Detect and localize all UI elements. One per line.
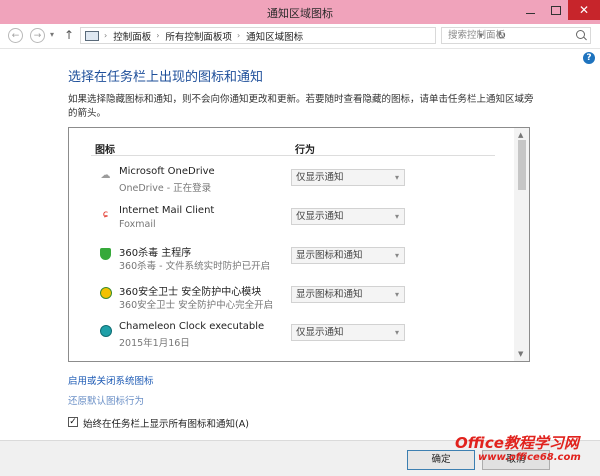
scroll-up-icon[interactable]: ▲ xyxy=(518,131,523,139)
column-header-behavior: 行为 xyxy=(295,145,315,156)
toggle-system-icons-link[interactable]: 启用或关闭系统图标 xyxy=(68,373,154,387)
always-show-icons-label[interactable]: 始终在任务栏上显示所有图标和通知(A) xyxy=(83,416,249,430)
behavior-value: 显示图标和通知 xyxy=(296,250,363,261)
close-icon: ✕ xyxy=(578,3,590,17)
page-title: 选择在任务栏上出现的图标和通知 xyxy=(68,70,264,85)
arrow-left-icon: ← xyxy=(11,30,20,41)
item-subtitle: 360杀毒 - 文件系统实时防护已开启 xyxy=(119,261,271,272)
column-header-icon: 图标 xyxy=(95,145,115,156)
minimize-icon xyxy=(526,12,535,14)
behavior-select[interactable]: 仅显示通知 ▾ xyxy=(291,169,405,186)
breadcrumb-item-control-panel[interactable]: 控制面板 xyxy=(113,29,151,43)
breadcrumb-separator-icon: › xyxy=(236,31,241,40)
breadcrumb-separator-icon: › xyxy=(104,31,108,40)
watermark-url: www.office68.com xyxy=(478,452,581,463)
chevron-down-icon: ▾ xyxy=(394,328,399,337)
title-bar: 通知区域图标 ✕ xyxy=(0,0,600,24)
maximize-icon xyxy=(550,5,561,15)
item-name: Internet Mail Client xyxy=(119,205,215,216)
breadcrumb-item-all-items[interactable]: 所有控制面板项 xyxy=(165,29,232,43)
chevron-down-icon: ▾ xyxy=(394,290,399,299)
chevron-down-icon: ▾ xyxy=(394,173,399,182)
behavior-select[interactable]: 仅显示通知 ▾ xyxy=(291,324,405,341)
checkmark-icon: ✓ xyxy=(69,417,77,427)
shield-icon xyxy=(99,247,112,260)
chevron-down-icon: ▾ xyxy=(394,212,399,221)
scroll-thumb[interactable] xyxy=(518,140,526,190)
item-subtitle: 360安全卫士 安全防护中心完全开启 xyxy=(119,300,274,311)
list-item: 360杀毒 主程序 360杀毒 - 文件系统实时防护已开启 显示图标和通知 ▾ xyxy=(69,244,509,280)
forward-button[interactable]: → xyxy=(30,28,45,43)
back-button[interactable]: ← xyxy=(8,28,23,43)
close-button[interactable]: ✕ xyxy=(568,0,600,20)
breadcrumb-separator-icon: › xyxy=(156,31,160,40)
page-description: 如果选择隐藏图标和通知，则不会向你通知更改和更新。若要随时查看隐藏的图标，请单击… xyxy=(68,94,534,119)
list-item: Chameleon Clock executable 2015年1月16日 仅显… xyxy=(69,321,509,357)
behavior-select[interactable]: 显示图标和通知 ▾ xyxy=(291,247,405,264)
up-arrow-icon[interactable]: ↑ xyxy=(64,28,74,42)
computer-icon xyxy=(85,30,99,41)
maximize-button[interactable] xyxy=(543,0,568,20)
window: 通知区域图标 ✕ ← → ▾ ↑ › 控制面板 › 所有控制面板项 › 通知区域… xyxy=(0,0,600,476)
minimize-button[interactable] xyxy=(518,0,543,20)
behavior-value: 仅显示通知 xyxy=(296,327,344,338)
arrow-right-icon: → xyxy=(33,30,42,41)
search-icon xyxy=(576,30,585,39)
list-item: 360安全卫士 安全防护中心模块 360安全卫士 安全防护中心完全开启 显示图标… xyxy=(69,283,509,319)
behavior-value: 仅显示通知 xyxy=(296,211,344,222)
item-name: Chameleon Clock executable xyxy=(119,321,265,332)
clock-icon xyxy=(99,324,112,337)
scroll-down-icon[interactable]: ▼ xyxy=(518,350,523,358)
breadcrumb-item-notification-icons[interactable]: 通知区域图标 xyxy=(246,29,303,43)
behavior-select[interactable]: 仅显示通知 ▾ xyxy=(291,208,405,225)
vertical-scrollbar[interactable]: ▲ ▼ xyxy=(514,128,529,361)
chevron-down-icon: ▾ xyxy=(394,251,399,260)
search-placeholder: 搜索控制面板 xyxy=(448,30,506,41)
behavior-select[interactable]: 显示图标和通知 ▾ xyxy=(291,286,405,303)
icon-list-panel: 图标 行为 ☁ Microsoft OneDrive OneDrive - 正在… xyxy=(68,127,530,362)
restore-default-behavior-link[interactable]: 还原默认图标行为 xyxy=(68,393,144,407)
behavior-value: 仅显示通知 xyxy=(296,172,344,183)
address-bar[interactable]: › 控制面板 › 所有控制面板项 › 通知区域图标 ▾ ↻ xyxy=(80,27,506,44)
behavior-value: 显示图标和通知 xyxy=(296,289,363,300)
item-name: Microsoft OneDrive xyxy=(119,166,215,177)
guard-icon xyxy=(99,286,112,299)
watermark-title: Office教程学习网 xyxy=(455,434,579,452)
item-subtitle: 2015年1月16日 xyxy=(119,338,190,349)
window-title: 通知区域图标 xyxy=(267,7,333,20)
ok-button[interactable]: 确定 xyxy=(407,450,475,470)
item-subtitle: Foxmail xyxy=(119,219,156,230)
item-name: 360杀毒 主程序 xyxy=(119,248,192,259)
header-divider xyxy=(91,155,495,156)
help-icon[interactable]: ? xyxy=(583,52,595,64)
always-show-icons-checkbox[interactable]: ✓ xyxy=(68,417,78,427)
item-name: 360安全卫士 安全防护中心模块 xyxy=(119,287,262,298)
list-item: ɕ Internet Mail Client Foxmail 仅显示通知 ▾ xyxy=(69,205,509,241)
item-subtitle: OneDrive - 正在登录 xyxy=(119,183,212,194)
cloud-icon: ☁ xyxy=(100,170,111,181)
search-input[interactable]: 搜索控制面板 xyxy=(441,27,591,44)
navigation-bar: ← → ▾ ↑ › 控制面板 › 所有控制面板项 › 通知区域图标 ▾ ↻ 搜索… xyxy=(0,24,600,49)
list-item: ☁ Microsoft OneDrive OneDrive - 正在登录 仅显示… xyxy=(69,166,509,202)
recent-locations-chevron-down-icon[interactable]: ▾ xyxy=(50,30,54,39)
foxmail-icon: ɕ xyxy=(102,209,109,220)
